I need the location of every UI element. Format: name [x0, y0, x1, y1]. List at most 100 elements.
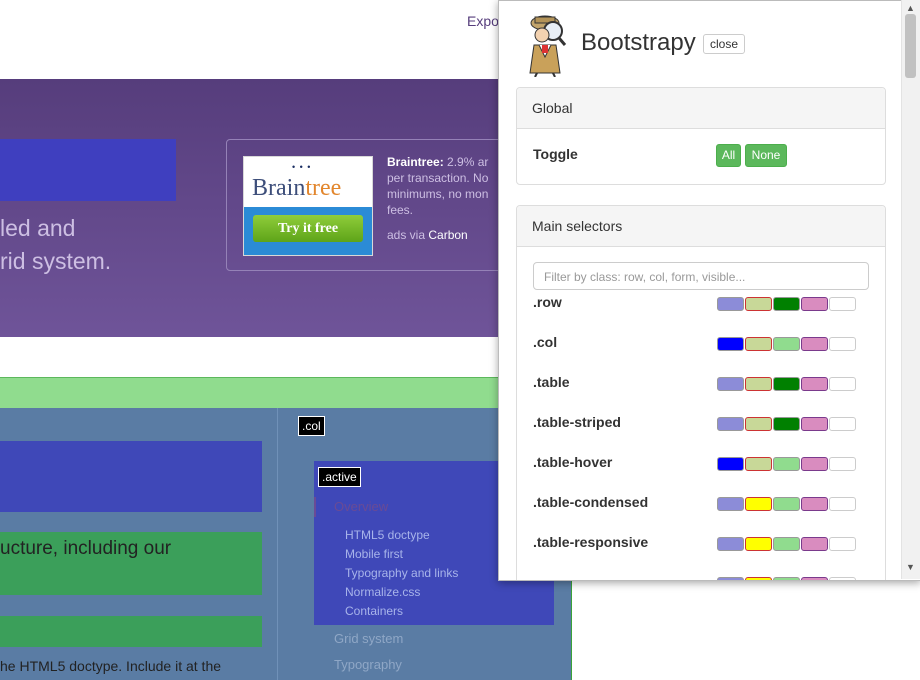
selector-color-swatches: [717, 537, 856, 551]
color-swatch-toggle[interactable]: [801, 417, 828, 431]
selector-color-swatches: [717, 377, 856, 391]
sidebar-item-grid-system[interactable]: Grid system: [334, 631, 403, 646]
selector-color-swatches: [717, 457, 856, 471]
selector-color-swatches: [717, 337, 856, 351]
color-swatch-toggle[interactable]: [829, 337, 856, 351]
main-selectors-heading: Main selectors: [517, 206, 885, 247]
color-swatch-toggle[interactable]: [745, 377, 772, 391]
color-swatch-toggle[interactable]: [717, 537, 744, 551]
color-swatch-toggle[interactable]: [717, 457, 744, 471]
sidebar-subitem-typography-links[interactable]: Typography and links: [345, 566, 458, 580]
hero-text-line-2: rid system.: [0, 248, 112, 274]
global-heading: Global: [517, 88, 885, 129]
selector-color-swatches: [717, 297, 856, 311]
color-swatch-toggle[interactable]: [745, 337, 772, 351]
color-swatch-toggle[interactable]: [773, 377, 800, 391]
color-swatch-toggle[interactable]: [773, 537, 800, 551]
ads-via-carbon[interactable]: ads via Carbon: [387, 228, 468, 242]
ad-brand: Braintree:: [387, 155, 444, 169]
col-class-tag: .col: [298, 416, 325, 436]
color-swatch-toggle[interactable]: [773, 457, 800, 471]
color-swatch-toggle[interactable]: [829, 577, 856, 580]
docs-content-area: ucture, including our he HTML5 doctype. …: [0, 408, 572, 680]
color-swatch-toggle[interactable]: [717, 577, 744, 580]
color-swatch-toggle[interactable]: [801, 337, 828, 351]
selector-color-swatches: [717, 577, 856, 580]
hero-text-line-1: led and: [0, 215, 76, 241]
selector-label: .table-condensed: [533, 494, 649, 510]
carbon-ad[interactable]: • • • Braintree Try it free Braintree: 2…: [226, 139, 518, 271]
color-swatch-toggle[interactable]: [829, 417, 856, 431]
ad-description[interactable]: Braintree: 2.9% ar per transaction. No m…: [387, 154, 515, 218]
color-swatch-toggle[interactable]: [745, 497, 772, 511]
ad-desc-line-3: minimums, no mon: [387, 187, 489, 201]
export-link[interactable]: Expo: [467, 13, 499, 29]
color-swatch-toggle[interactable]: [773, 577, 800, 580]
content-green-block-2: [0, 616, 262, 647]
sidebar-subitem-containers[interactable]: Containers: [345, 604, 403, 618]
class-filter-input[interactable]: Filter by class: row, col, form, visible…: [533, 262, 869, 290]
sidebar-subitem-html5-doctype[interactable]: HTML5 doctype: [345, 528, 430, 542]
carbon-link[interactable]: Carbon: [428, 228, 467, 242]
content-lead-text: ucture, including our: [0, 538, 172, 559]
color-swatch-toggle[interactable]: [801, 577, 828, 580]
color-swatch-toggle[interactable]: [745, 297, 772, 311]
color-swatch-toggle[interactable]: [801, 377, 828, 391]
color-swatch-toggle[interactable]: [801, 497, 828, 511]
selector-label: .table: [533, 374, 570, 390]
sidebar-subitem-mobile-first[interactable]: Mobile first: [345, 547, 403, 561]
color-swatch-toggle[interactable]: [717, 337, 744, 351]
color-swatch-toggle[interactable]: [717, 377, 744, 391]
selector-label: .table-striped: [533, 414, 621, 430]
color-swatch-toggle[interactable]: [717, 297, 744, 311]
highlighted-row-strip: [0, 377, 500, 409]
scrollbar-thumb[interactable]: [905, 14, 916, 78]
color-swatch-toggle[interactable]: [745, 577, 772, 580]
content-highlight-block: [0, 441, 262, 512]
color-swatch-toggle[interactable]: [745, 417, 772, 431]
scroll-up-arrow-icon[interactable]: ▲: [906, 3, 915, 13]
braintree-dots-icon: • • •: [292, 162, 312, 172]
ad-desc-line-4: fees.: [387, 203, 414, 217]
panel-title: Bootstrapy: [581, 29, 696, 56]
braintree-ad-image[interactable]: • • • Braintree Try it free: [243, 156, 373, 256]
sidebar-item-typography[interactable]: Typography: [334, 657, 402, 672]
sidebar-subitem-normalize[interactable]: Normalize.css: [345, 585, 420, 599]
color-swatch-toggle[interactable]: [745, 537, 772, 551]
color-swatch-toggle[interactable]: [773, 297, 800, 311]
selector-label: .col: [533, 334, 558, 350]
color-swatch-toggle[interactable]: [829, 297, 856, 311]
color-swatch-toggle[interactable]: [717, 417, 744, 431]
color-swatch-toggle[interactable]: [829, 377, 856, 391]
scroll-down-arrow-icon[interactable]: ▼: [906, 562, 915, 572]
color-swatch-toggle[interactable]: [801, 537, 828, 551]
color-swatch-toggle[interactable]: [829, 537, 856, 551]
active-class-tag: .active: [318, 467, 361, 487]
hero-highlight-block: [0, 139, 176, 201]
color-swatch-toggle[interactable]: [717, 497, 744, 511]
color-swatch-toggle[interactable]: [773, 497, 800, 511]
panel-scrollbar[interactable]: ▲ ▼: [901, 0, 920, 579]
main-selectors-section: Main selectors Filter by class: row, col…: [516, 205, 886, 580]
toggle-none-button[interactable]: None: [745, 144, 787, 167]
column-divider: [277, 408, 278, 680]
toggle-all-button[interactable]: All: [716, 144, 741, 167]
hero-text: led and rid system.: [0, 212, 111, 278]
try-it-free-button[interactable]: Try it free: [253, 215, 363, 242]
content-paragraph: he HTML5 doctype. Include it at the: [0, 658, 222, 674]
color-swatch-toggle[interactable]: [773, 417, 800, 431]
selector-label: .row: [533, 294, 562, 310]
color-swatch-toggle[interactable]: [745, 457, 772, 471]
detective-magnifier-icon: [529, 15, 567, 77]
color-swatch-toggle[interactable]: [773, 337, 800, 351]
ad-desc-line-1: 2.9% ar: [443, 155, 489, 169]
active-indicator: [314, 497, 316, 517]
sidebar-item-overview[interactable]: Overview: [334, 499, 388, 514]
color-swatch-toggle[interactable]: [801, 457, 828, 471]
color-swatch-toggle[interactable]: [829, 497, 856, 511]
braintree-logo: Braintree: [252, 175, 342, 201]
color-swatch-toggle[interactable]: [829, 457, 856, 471]
close-button[interactable]: close: [703, 34, 746, 54]
color-swatch-toggle[interactable]: [801, 297, 828, 311]
toggle-label: Toggle: [533, 146, 578, 162]
